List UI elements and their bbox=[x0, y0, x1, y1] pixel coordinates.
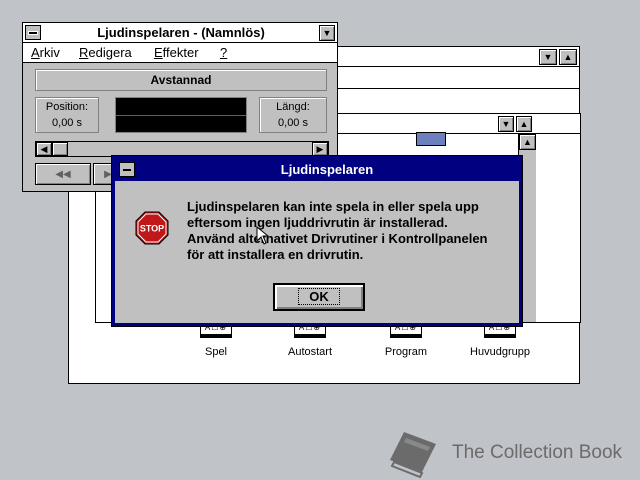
scroll-right-button[interactable]: ▶ bbox=[312, 142, 328, 156]
sound-recorder-title: Ljudinspelaren - (Namnlös) bbox=[97, 25, 265, 40]
rewind-button[interactable]: ◀◀ bbox=[35, 163, 91, 185]
watermark-text: The Collection Book bbox=[452, 442, 623, 463]
system-menu-button[interactable] bbox=[25, 25, 41, 40]
group-icon-spel[interactable]: A☐⊕ Spel bbox=[176, 322, 256, 362]
menu-arkiv[interactable]: Arkiv bbox=[31, 44, 60, 62]
watermark: The Collection Book bbox=[386, 430, 640, 480]
book-icon bbox=[390, 432, 436, 478]
waveform-display bbox=[115, 97, 247, 133]
scroll-up-button[interactable]: ▲ bbox=[519, 134, 536, 150]
menu-help[interactable]: ? bbox=[220, 44, 227, 62]
message-line: eftersom ingen ljuddrivrutin är installe… bbox=[187, 215, 448, 230]
minimize-button[interactable]: ▼ bbox=[319, 25, 335, 41]
group-icon-program[interactable]: A☐⊕ Program bbox=[366, 322, 446, 362]
length-caption: Längd: bbox=[276, 101, 310, 113]
group-maximize-button[interactable]: ▲ bbox=[516, 116, 532, 132]
menu-redigera[interactable]: Redigera bbox=[79, 44, 132, 62]
group-icon-huvudgrupp[interactable]: A☐⊕ Huvudgrupp bbox=[460, 322, 540, 362]
group-icon-label: Spel bbox=[204, 346, 228, 358]
length-display: Längd: 0,00 s bbox=[259, 97, 327, 133]
waveform-line bbox=[116, 115, 246, 116]
status-display: Avstannad bbox=[35, 69, 327, 91]
dialog-title-bar[interactable]: Ljudinspelaren bbox=[115, 159, 519, 181]
ok-button[interactable]: OK bbox=[273, 283, 365, 311]
dialog-title: Ljudinspelaren bbox=[280, 162, 374, 177]
group-icon-label: Program bbox=[384, 346, 428, 358]
menu-effekter[interactable]: Effekter bbox=[154, 44, 199, 62]
sound-recorder-menubar: Arkiv Redigera Effekter ? bbox=[23, 43, 337, 63]
scroll-thumb[interactable] bbox=[52, 142, 68, 156]
position-scrollbar[interactable]: ◀ ▶ bbox=[35, 141, 329, 157]
message-line: för att installera en drivrutin. bbox=[187, 247, 364, 262]
minimize-button[interactable]: ▼ bbox=[539, 49, 557, 65]
error-dialog: Ljudinspelaren STOP Ljudinspelaren kan i… bbox=[111, 155, 523, 327]
position-caption: Position: bbox=[45, 101, 89, 113]
scroll-left-button[interactable]: ◀ bbox=[36, 142, 52, 156]
mouse-cursor-icon bbox=[256, 226, 270, 245]
stop-icon: STOP bbox=[135, 211, 169, 245]
message-line: Ljudinspelaren kan inte spela in eller s… bbox=[187, 199, 479, 214]
stop-icon-text: STOP bbox=[140, 224, 164, 234]
ok-button-label: OK bbox=[298, 288, 340, 305]
length-value: 0,00 s bbox=[278, 117, 308, 129]
group-icon-label: Autostart bbox=[287, 346, 333, 358]
group-minimize-button[interactable]: ▼ bbox=[498, 116, 514, 132]
position-display: Position: 0,00 s bbox=[35, 97, 99, 133]
maximize-button[interactable]: ▲ bbox=[559, 49, 577, 65]
message-line: Använd alternativet Drivrutiner i Kontro… bbox=[187, 231, 488, 246]
group-icon-autostart[interactable]: A☐⊕ Autostart bbox=[270, 322, 350, 362]
group-icon-label: Huvudgrupp bbox=[470, 346, 530, 358]
position-value: 0,00 s bbox=[52, 117, 82, 129]
calculator-icon[interactable] bbox=[416, 132, 446, 146]
sound-recorder-title-bar[interactable]: Ljudinspelaren - (Namnlös) ▼ bbox=[23, 23, 337, 43]
dialog-message: Ljudinspelaren kan inte spela in eller s… bbox=[187, 199, 517, 263]
system-menu-button[interactable] bbox=[119, 162, 135, 177]
